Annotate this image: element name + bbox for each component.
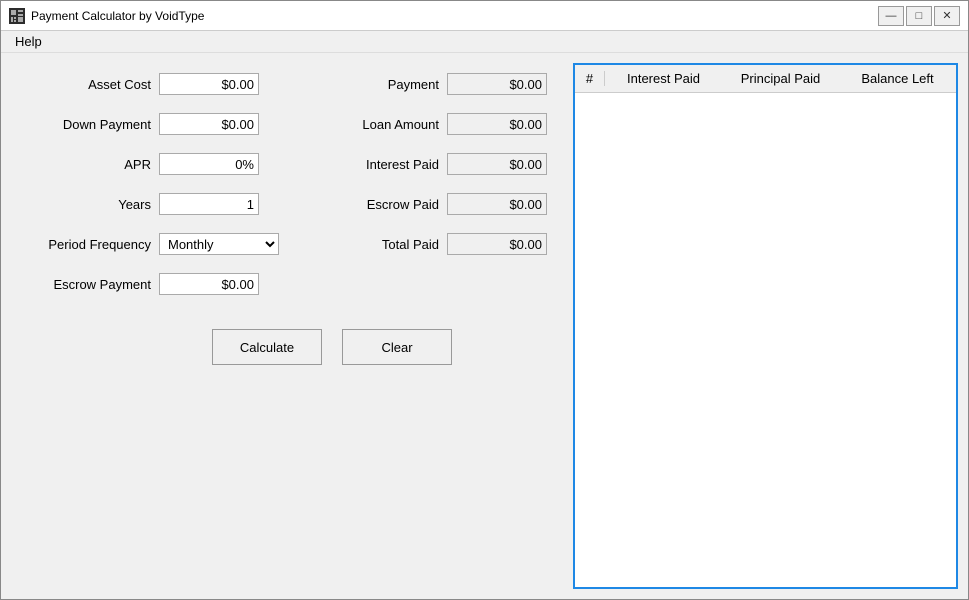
interest-paid-input [447,153,547,175]
col-principal-paid: Principal Paid [722,71,839,86]
total-paid-row: Total Paid [339,233,547,255]
escrow-payment-label: Escrow Payment [21,277,151,292]
escrow-paid-row: Escrow Paid [339,193,547,215]
down-payment-input[interactable] [159,113,259,135]
window-controls: — □ ✕ [878,6,960,26]
years-row: Years [21,193,279,215]
two-col-inputs: Asset Cost Down Payment APR [21,73,563,313]
apr-row: APR [21,153,279,175]
col-interest-paid: Interest Paid [605,71,722,86]
menu-item-help[interactable]: Help [9,32,48,51]
amortization-table: # Interest Paid Principal Paid Balance L… [573,63,958,589]
escrow-payment-row: Escrow Payment [21,273,279,295]
app-icon [9,8,25,24]
years-label: Years [21,197,151,212]
close-button[interactable]: ✕ [934,6,960,26]
col-left: Asset Cost Down Payment APR [21,73,279,313]
minimize-button[interactable]: — [878,6,904,26]
menu-bar: Help [1,31,968,53]
title-bar: Payment Calculator by VoidType — □ ✕ [1,1,968,31]
button-row: Calculate Clear [101,329,563,375]
total-paid-input [447,233,547,255]
period-frequency-label: Period Frequency [21,237,151,252]
apr-input[interactable] [159,153,259,175]
table-header: # Interest Paid Principal Paid Balance L… [575,65,956,93]
window-title: Payment Calculator by VoidType [31,9,878,23]
total-paid-label: Total Paid [339,237,439,252]
col-balance-left: Balance Left [839,71,956,86]
asset-cost-row: Asset Cost [21,73,279,95]
maximize-button[interactable]: □ [906,6,932,26]
main-window: Payment Calculator by VoidType — □ ✕ Hel… [0,0,969,600]
escrow-paid-label: Escrow Paid [339,197,439,212]
years-input[interactable] [159,193,259,215]
loan-amount-label: Loan Amount [339,117,439,132]
down-payment-row: Down Payment [21,113,279,135]
payment-label: Payment [339,77,439,92]
escrow-payment-input[interactable] [159,273,259,295]
col-right: Payment Loan Amount Interest Paid [339,73,547,313]
inputs-area: Asset Cost Down Payment APR [11,63,563,589]
loan-amount-row: Loan Amount [339,113,547,135]
escrow-paid-input [447,193,547,215]
interest-paid-label: Interest Paid [339,157,439,172]
main-content: Asset Cost Down Payment APR [1,53,968,599]
asset-cost-input[interactable] [159,73,259,95]
calculate-button[interactable]: Calculate [212,329,322,365]
payment-input [447,73,547,95]
interest-paid-row: Interest Paid [339,153,547,175]
table-body[interactable] [575,93,956,587]
loan-amount-input [447,113,547,135]
period-frequency-select[interactable]: Monthly Weekly Bi-Weekly Quarterly Annua… [159,233,279,255]
clear-button[interactable]: Clear [342,329,452,365]
col-hash: # [575,71,605,86]
asset-cost-label: Asset Cost [21,77,151,92]
period-frequency-row: Period Frequency Monthly Weekly Bi-Weekl… [21,233,279,255]
apr-label: APR [21,157,151,172]
down-payment-label: Down Payment [21,117,151,132]
payment-row: Payment [339,73,547,95]
